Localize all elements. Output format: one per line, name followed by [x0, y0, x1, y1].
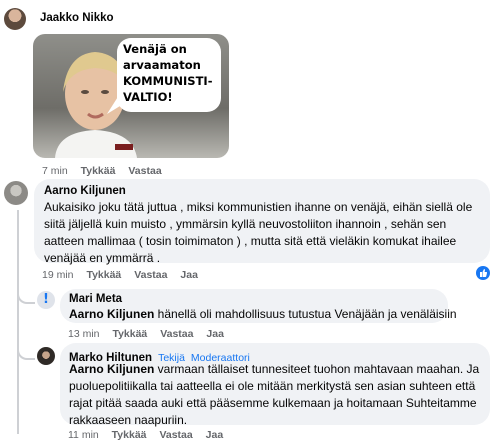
comment-author-avatar[interactable]	[4, 181, 28, 205]
post-like-button[interactable]: Tykkää	[81, 165, 116, 177]
reply2-time: 11 min	[68, 429, 99, 441]
comment-like-button[interactable]: Tykkää	[86, 269, 121, 281]
post-time: 7 min	[42, 165, 68, 177]
reply-reply-button[interactable]: Vastaa	[160, 328, 193, 340]
reply2-actions: 11 min Tykkää Vastaa Jaa	[68, 429, 233, 441]
thread-line	[17, 210, 19, 434]
comment-time: 19 min	[42, 269, 74, 281]
post-reply-button[interactable]: Vastaa	[128, 165, 161, 177]
post-author-avatar[interactable]	[4, 8, 26, 30]
meme-caption: Venäjä on arvaamaton KOMMUNISTI-VALTIO!	[123, 42, 213, 104]
meme-image[interactable]: Venäjä on arvaamaton KOMMUNISTI-VALTIO!	[33, 34, 229, 158]
reply-like-button[interactable]: Tykkää	[112, 328, 147, 340]
reply2-like-button[interactable]: Tykkää	[112, 429, 147, 441]
comment-reply-button[interactable]: Vastaa	[134, 269, 167, 281]
reply-actions: 13 min Tykkää Vastaa Jaa	[68, 328, 234, 340]
reply-mention[interactable]: Aarno Kiljunen	[69, 307, 154, 321]
reply2-text: Aarno Kiljunen varmaan tällaiset tunnesi…	[69, 361, 483, 429]
alert-icon: !	[43, 292, 49, 307]
reply-share-button[interactable]: Jaa	[206, 328, 224, 340]
reply2-reply-button[interactable]: Vastaa	[159, 429, 192, 441]
comment-text: Aukaisiko joku tätä juttua , miksi kommu…	[44, 200, 473, 265]
thread-connector-2	[17, 330, 35, 360]
reply-body: hänellä oli mahdollisuus tutustua Venäjä…	[154, 307, 457, 321]
reply-time: 13 min	[68, 328, 100, 340]
reply2-mention[interactable]: Aarno Kiljunen	[69, 362, 154, 376]
reply2-author-avatar[interactable]	[37, 347, 55, 365]
reply-author-avatar[interactable]: !	[37, 291, 55, 309]
reply-text: Aarno Kiljunen hänellä oli mahdollisuus …	[69, 306, 457, 323]
post-actions: 7 min Tykkää Vastaa	[42, 165, 172, 177]
reply2-share-button[interactable]: Jaa	[206, 429, 224, 441]
comment-share-button[interactable]: Jaa	[180, 269, 198, 281]
comment-actions: 19 min Tykkää Vastaa Jaa	[42, 269, 208, 281]
reply-author-name[interactable]: Mari Meta	[69, 293, 122, 305]
post-author-name[interactable]: Jaakko Nikko	[40, 12, 114, 24]
comment-author-name[interactable]: Aarno Kiljunen	[44, 185, 126, 197]
thumbs-up-icon[interactable]	[476, 266, 490, 280]
thread-connector-1	[17, 270, 35, 304]
